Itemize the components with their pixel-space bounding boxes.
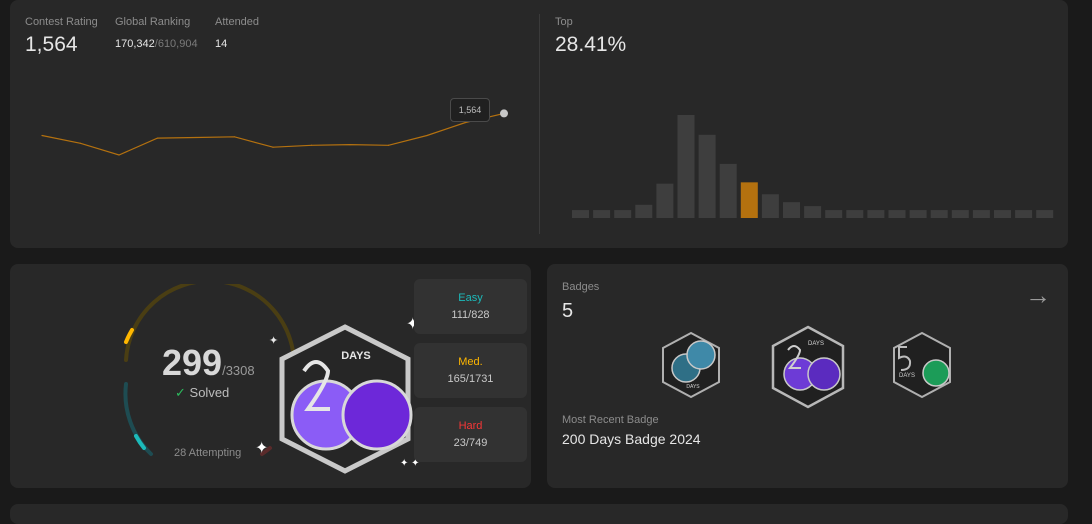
rating-point-current[interactable] [500, 109, 508, 118]
histogram-bar[interactable] [698, 134, 716, 218]
ranking-histogram[interactable] [555, 0, 1055, 230]
hard-count: 23/749 [453, 437, 488, 449]
histogram-bar[interactable] [719, 163, 737, 218]
badges-label: Badges [562, 281, 600, 293]
rating-label: Contest Rating [25, 16, 98, 28]
solved-progress-card: 299/3308 ✓ Solved 28 Attempting DAYS ✦ ✦… [10, 264, 531, 488]
vertical-divider [539, 14, 540, 234]
histogram-bar[interactable] [1015, 210, 1033, 218]
histogram-bar[interactable] [593, 210, 611, 218]
histogram-bar[interactable] [572, 210, 589, 218]
recent-badge-value: 200 Days Badge 2024 [562, 431, 701, 447]
badges-card: Badges 5 → DAYS DAYS DAYS Most Recent Ba… [547, 264, 1068, 488]
contest-rating-card: Contest Rating 1,564 Global Ranking 170,… [10, 0, 1068, 248]
rating-point [426, 134, 428, 137]
sparkle-icon: ✦ [255, 440, 269, 457]
ranking-label: Global Ranking [115, 16, 191, 28]
easy-box[interactable]: Easy 111/828 [414, 279, 527, 334]
histogram-bar[interactable] [909, 210, 927, 218]
rating-point [118, 154, 120, 156]
histogram-bar[interactable] [1036, 210, 1054, 218]
medium-label: Med. [458, 356, 483, 368]
histogram-bar[interactable] [951, 210, 969, 218]
rating-point [349, 144, 351, 146]
histogram-bar[interactable] [888, 210, 906, 218]
rating-point [233, 136, 236, 138]
rating-point [272, 146, 274, 148]
histogram-bar[interactable] [825, 210, 843, 218]
solved-label-group: ✓ Solved [175, 385, 229, 401]
histogram-bar[interactable] [846, 210, 864, 218]
easy-count: 111/828 [451, 309, 490, 321]
recent-badge-label: Most Recent Badge [562, 414, 659, 426]
histogram-bar[interactable] [656, 183, 674, 218]
histogram-bar[interactable] [677, 115, 695, 218]
100-days-badge-icon[interactable]: DAYS [659, 330, 723, 400]
histogram-bar[interactable] [972, 210, 990, 218]
histogram-bar[interactable] [614, 210, 632, 218]
medium-count: 165/1731 [447, 373, 494, 385]
histogram-bar[interactable] [867, 210, 885, 218]
easy-label: Easy [458, 292, 483, 304]
sparkle-icon: ✦ [269, 335, 279, 347]
histogram-bar-current[interactable] [740, 182, 758, 218]
rating-line [41, 112, 505, 156]
rating-point [310, 144, 313, 146]
attended-value: 14 [215, 38, 228, 50]
check-icon: ✓ [175, 385, 186, 400]
solved-label: Solved [189, 385, 230, 400]
rating-point [464, 121, 467, 124]
rating-tooltip: 1,564 [450, 98, 490, 122]
solved-total: /3308 [222, 363, 255, 378]
histogram-bar[interactable] [783, 202, 800, 218]
rating-point [41, 134, 43, 137]
badge-days-text: DAYS [341, 350, 371, 362]
histogram-bar[interactable] [994, 210, 1011, 218]
attempting-label: 28 Attempting [174, 447, 242, 459]
badge-days-text: DAYS [808, 341, 824, 347]
solved-value: 299 [162, 342, 223, 383]
badge-days-text: DAYS [899, 373, 915, 379]
badges-count: 5 [562, 300, 574, 322]
histogram-bar[interactable] [804, 206, 822, 218]
hard-box[interactable]: Hard 23/749 [414, 407, 527, 462]
ranking-total: /610,904 [154, 38, 198, 50]
histogram-bar[interactable] [635, 204, 653, 218]
rating-point [156, 137, 159, 139]
50-days-badge-icon[interactable]: DAYS [890, 330, 954, 400]
ranking-value: 170,342 [115, 38, 155, 50]
histogram-bar[interactable] [930, 210, 948, 218]
solved-summary: 299/3308 [162, 342, 255, 384]
medium-box[interactable]: Med. 165/1731 [414, 343, 527, 398]
rating-point [195, 136, 197, 139]
rating-value: 1,564 [25, 33, 78, 56]
hard-label: Hard [458, 420, 483, 432]
badge-days-text: DAYS [686, 384, 700, 390]
histogram-bar[interactable] [761, 194, 779, 218]
next-card [10, 504, 1068, 524]
arrow-right-icon[interactable]: → [1025, 280, 1051, 311]
rating-point [79, 142, 82, 144]
200-days-badge-icon[interactable]: DAYS [768, 324, 848, 410]
rating-point [387, 144, 390, 146]
ranking-value-group: 170,342/610,904 [115, 38, 198, 50]
attended-label: Attended [215, 16, 260, 28]
easy-track [123, 382, 153, 456]
